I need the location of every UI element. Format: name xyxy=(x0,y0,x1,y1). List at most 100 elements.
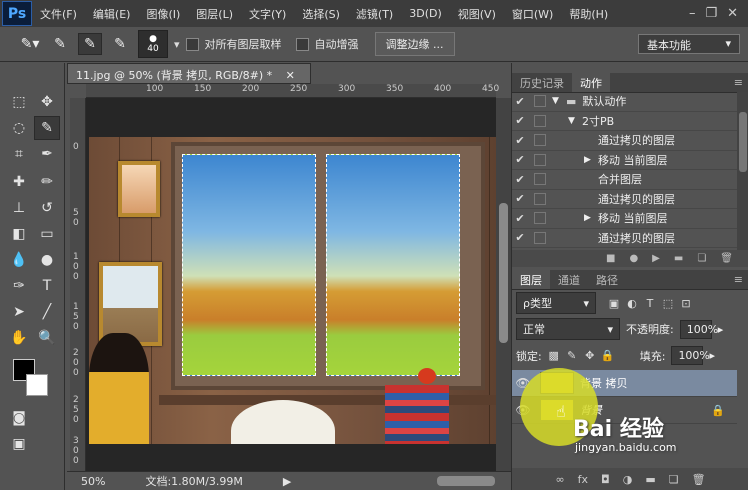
menu-layer[interactable]: 图层(L) xyxy=(188,6,241,22)
clone-stamp-tool-icon[interactable]: ⊥ xyxy=(6,196,32,220)
menu-edit[interactable]: 编辑(E) xyxy=(85,6,139,22)
chevron-down-icon[interactable]: ▸ xyxy=(709,349,715,362)
move-tool-icon[interactable]: ✥ xyxy=(34,90,60,114)
action-check-icon[interactable]: ✔ xyxy=(512,114,528,127)
tab-paths[interactable]: 路径 xyxy=(588,270,626,289)
action-check-icon[interactable]: ✔ xyxy=(512,153,528,166)
brush-size-picker[interactable]: ● 40 xyxy=(138,30,168,58)
line-tool-icon[interactable]: ╱ xyxy=(34,300,60,324)
filter-shape-icon[interactable]: ⬚ xyxy=(662,297,674,310)
close-icon[interactable]: ✕ xyxy=(727,6,738,21)
action-item[interactable]: ✔ 通过拷贝的图层 xyxy=(512,131,737,151)
new-selection-icon[interactable]: ✎ xyxy=(48,33,72,55)
fill-input[interactable]: 100% xyxy=(671,346,710,365)
tab-channels[interactable]: 通道 xyxy=(550,270,588,289)
history-brush-tool-icon[interactable]: ↺ xyxy=(34,196,60,220)
healing-brush-tool-icon[interactable]: ✚ xyxy=(6,170,32,194)
crop-tool-icon[interactable]: ⌗ xyxy=(6,142,32,166)
subtract-from-selection-icon[interactable]: ✎ xyxy=(108,33,132,55)
refine-edge-button[interactable]: 调整边缘 ... xyxy=(374,32,455,56)
type-tool-icon[interactable]: T xyxy=(34,274,60,298)
new-set-icon[interactable]: ▬ xyxy=(674,253,683,264)
menu-type[interactable]: 文字(Y) xyxy=(241,6,294,22)
filter-type-icon[interactable]: T xyxy=(644,297,656,310)
layer-mask-icon[interactable]: ◘ xyxy=(601,473,610,486)
lock-transparent-icon[interactable]: ▩ xyxy=(548,349,560,362)
filter-smart-object-icon[interactable]: ⊡ xyxy=(680,297,692,310)
dialog-toggle-box[interactable] xyxy=(534,114,546,127)
zoom-tool-icon[interactable]: 🔍 xyxy=(34,326,60,350)
action-check-icon[interactable]: ✔ xyxy=(512,134,528,147)
action-item[interactable]: ✔ ▶ 移动 当前图层 xyxy=(512,209,737,229)
canvas-vertical-scrollbar[interactable] xyxy=(496,98,511,471)
chevron-down-icon[interactable]: ▸ xyxy=(718,323,724,336)
action-item[interactable]: ✔ 合并图层 xyxy=(512,170,737,190)
dialog-toggle-box[interactable] xyxy=(534,173,546,186)
panel-menu-icon[interactable]: ≡ xyxy=(734,273,743,286)
new-action-icon[interactable]: ❏ xyxy=(697,253,706,264)
layer-style-icon[interactable]: fx xyxy=(578,473,588,486)
hand-tool-icon[interactable]: ✋ xyxy=(6,326,32,350)
action-check-icon[interactable]: ✔ xyxy=(512,95,528,108)
background-color-swatch[interactable] xyxy=(26,374,48,396)
document-canvas[interactable] xyxy=(86,98,496,471)
dialog-toggle-box[interactable] xyxy=(534,134,546,147)
menu-image[interactable]: 图像(I) xyxy=(138,6,188,22)
menu-help[interactable]: 帮助(H) xyxy=(561,6,616,22)
menu-3d[interactable]: 3D(D) xyxy=(401,7,450,20)
delete-layer-icon[interactable]: 🗑 xyxy=(692,473,706,486)
action-check-icon[interactable]: ✔ xyxy=(512,212,528,225)
action-item[interactable]: ✔ ▶ 移动 当前图层 xyxy=(512,151,737,170)
path-selection-tool-icon[interactable]: ➤ xyxy=(6,300,32,324)
lock-position-icon[interactable]: ✥ xyxy=(584,349,596,362)
dialog-toggle-box[interactable] xyxy=(534,192,546,205)
dialog-toggle-box[interactable] xyxy=(534,231,546,244)
action-check-icon[interactable]: ✔ xyxy=(512,231,528,244)
dialog-toggle-box[interactable] xyxy=(534,95,546,108)
gradient-tool-icon[interactable]: ▭ xyxy=(34,222,60,246)
expand-toggle-icon[interactable]: ▼ xyxy=(568,116,582,126)
dialog-toggle-box[interactable] xyxy=(534,153,546,166)
menu-filter[interactable]: 滤镜(T) xyxy=(348,6,401,22)
new-group-icon[interactable]: ▬ xyxy=(645,473,655,486)
zoom-level[interactable]: 50% xyxy=(81,475,105,488)
panel-menu-icon[interactable]: ≡ xyxy=(734,76,743,89)
delete-icon[interactable]: 🗑 xyxy=(720,253,733,264)
status-arrow-icon[interactable]: ▶ xyxy=(283,475,291,488)
brush-tool-icon[interactable]: ✏ xyxy=(34,170,60,194)
document-tab[interactable]: 11.jpg @ 50% (背景 拷贝, RGB/8#) * ✕ xyxy=(67,63,311,84)
scrollbar-thumb[interactable] xyxy=(739,112,747,172)
scrollbar-thumb[interactable] xyxy=(499,203,508,343)
menu-file[interactable]: 文件(F) xyxy=(32,6,85,22)
add-to-selection-icon[interactable]: ✎ xyxy=(78,33,102,55)
filter-adjustment-icon[interactable]: ◐ xyxy=(626,297,638,310)
quick-selection-tool-preset-icon[interactable]: ✎▾ xyxy=(18,33,42,55)
lasso-tool-icon[interactable]: ◌ xyxy=(6,116,32,140)
close-tab-icon[interactable]: ✕ xyxy=(286,69,295,82)
lock-image-icon[interactable]: ✎ xyxy=(566,349,578,362)
sample-all-layers-checkbox[interactable] xyxy=(185,37,199,51)
screen-mode-icon[interactable]: ▣ xyxy=(6,432,32,456)
opacity-input[interactable]: 100% xyxy=(679,319,718,339)
layer-filter-select[interactable]: ρ类型 ▾ xyxy=(516,292,596,314)
quick-mask-icon[interactable]: ◙ xyxy=(6,406,32,430)
action-check-icon[interactable]: ✔ xyxy=(512,192,528,205)
tab-layers[interactable]: 图层 xyxy=(512,270,550,289)
pen-tool-icon[interactable]: ✑ xyxy=(6,274,32,298)
menu-view[interactable]: 视图(V) xyxy=(450,6,504,22)
expand-toggle-icon[interactable]: ▼ xyxy=(552,96,566,106)
new-layer-icon[interactable]: ❏ xyxy=(669,473,679,486)
eyedropper-tool-icon[interactable]: ✒ xyxy=(34,142,60,166)
action-item[interactable]: ✔ 通过拷贝的图层 xyxy=(512,190,737,209)
expand-toggle-icon[interactable]: ▶ xyxy=(584,213,598,223)
restore-icon[interactable]: ❐ xyxy=(705,6,717,21)
blend-mode-select[interactable]: 正常 ▾ xyxy=(516,318,620,340)
dodge-tool-icon[interactable]: ● xyxy=(34,248,60,272)
menu-window[interactable]: 窗口(W) xyxy=(504,6,561,22)
action-item[interactable]: ✔ ▼ 2寸PB xyxy=(512,112,737,131)
play-icon[interactable]: ▶ xyxy=(652,253,660,264)
action-check-icon[interactable]: ✔ xyxy=(512,173,528,186)
quick-selection-tool-icon[interactable]: ✎ xyxy=(34,116,60,140)
marquee-tool-icon[interactable]: ⬚ xyxy=(6,90,32,114)
record-icon[interactable]: ● xyxy=(629,253,638,264)
